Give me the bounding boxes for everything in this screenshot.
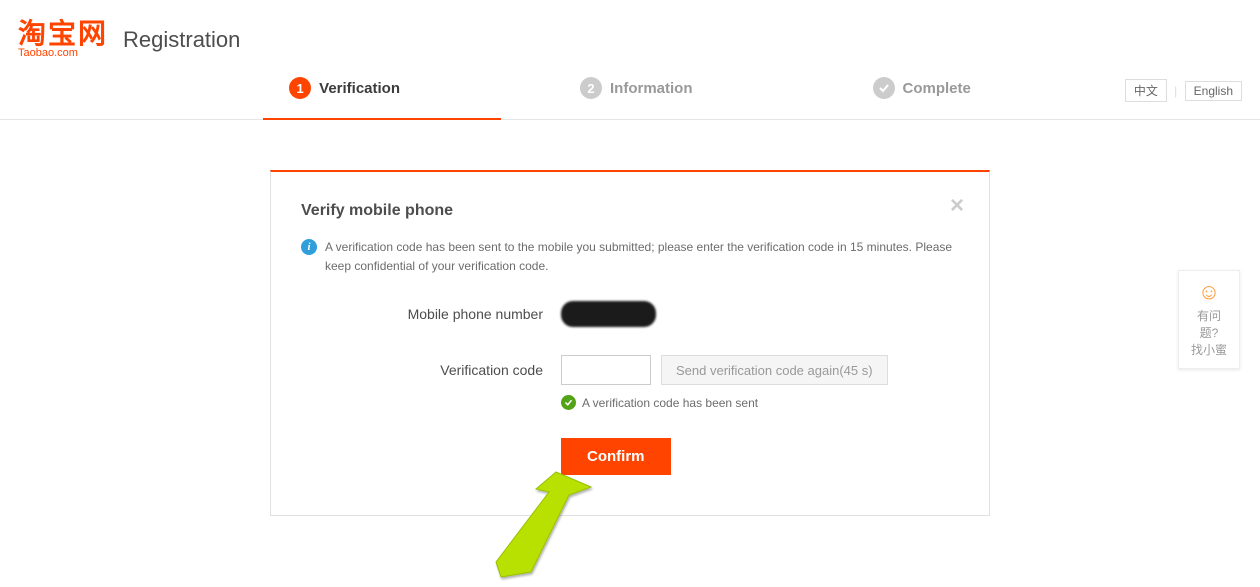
step-number-1: 1 bbox=[289, 77, 311, 99]
step-complete: Complete bbox=[873, 77, 971, 111]
logo-en: Taobao.com bbox=[18, 48, 108, 59]
progress-steps: 1 Verification 2 Information Complete 中文… bbox=[0, 69, 1260, 120]
check-icon bbox=[873, 77, 895, 99]
logo-cn: 淘宝网 bbox=[18, 20, 108, 48]
phone-number-redacted bbox=[561, 301, 656, 327]
close-icon[interactable]: × bbox=[950, 192, 964, 220]
active-step-underline bbox=[263, 118, 501, 120]
helper-face-icon: ☺ bbox=[1189, 281, 1229, 303]
lang-separator: | bbox=[1174, 84, 1177, 98]
lang-zh-button[interactable]: 中文 bbox=[1125, 79, 1167, 102]
lang-en-button[interactable]: English bbox=[1185, 81, 1242, 101]
helper-line1: 有问题? bbox=[1189, 307, 1229, 341]
step-information: 2 Information bbox=[580, 77, 693, 111]
page-title: Registration bbox=[123, 27, 240, 53]
verification-code-input[interactable] bbox=[561, 355, 651, 385]
verify-phone-card: Verify mobile phone × i A verification c… bbox=[270, 170, 990, 516]
resend-code-button[interactable]: Send verification code again(45 s) bbox=[661, 355, 888, 385]
step-verification: 1 Verification bbox=[289, 77, 400, 111]
taobao-logo[interactable]: 淘宝网 Taobao.com bbox=[18, 20, 108, 59]
card-title: Verify mobile phone bbox=[301, 202, 959, 220]
info-icon: i bbox=[301, 239, 317, 255]
info-message: A verification code has been sent to the… bbox=[325, 238, 959, 276]
step-number-2: 2 bbox=[580, 77, 602, 99]
step-label-information: Information bbox=[610, 80, 693, 97]
helper-widget[interactable]: ☺ 有问题? 找小蜜 bbox=[1178, 270, 1240, 369]
confirm-button[interactable]: Confirm bbox=[561, 438, 671, 475]
step-label-complete: Complete bbox=[903, 80, 971, 97]
label-verification-code: Verification code bbox=[301, 362, 561, 378]
helper-line2: 找小蜜 bbox=[1189, 341, 1229, 358]
code-sent-message: A verification code has been sent bbox=[582, 396, 758, 410]
annotation-arrow-icon bbox=[461, 467, 601, 587]
label-mobile-phone: Mobile phone number bbox=[301, 306, 561, 322]
language-switcher: 中文 | English bbox=[1125, 79, 1242, 102]
step-label-verification: Verification bbox=[319, 80, 400, 97]
success-check-icon bbox=[561, 395, 576, 410]
